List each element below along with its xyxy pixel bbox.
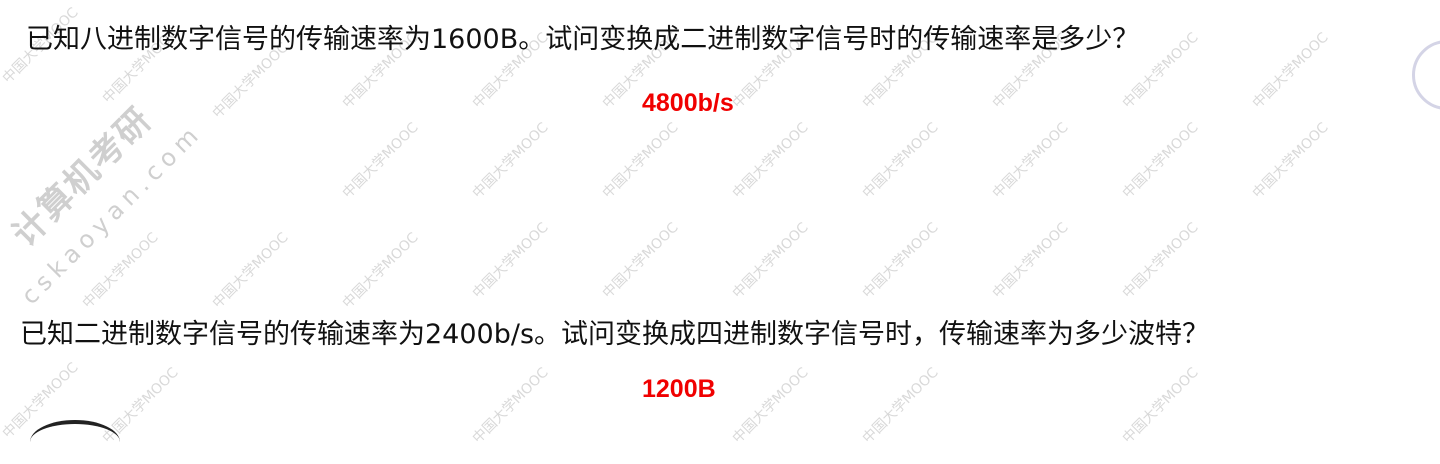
- site-watermark: cskaoyan.com: [15, 117, 208, 311]
- question-1-answer: 4800b/s: [642, 89, 734, 117]
- mooc-watermark: 中国大学MOOC: [729, 219, 812, 302]
- mooc-watermark: 中国大学MOOC: [339, 119, 422, 202]
- mooc-watermark: 中国大学MOOC: [729, 364, 812, 447]
- question-2-answer: 1200B: [642, 375, 716, 403]
- mooc-watermark: 中国大学MOOC: [859, 219, 942, 302]
- mooc-watermark: 中国大学MOOC: [599, 119, 682, 202]
- mooc-watermark: 中国大学MOOC: [209, 229, 292, 312]
- mooc-watermark: 中国大学MOOC: [469, 219, 552, 302]
- brand-watermark: 计算机考研: [4, 99, 161, 255]
- mooc-watermark: 中国大学MOOC: [79, 229, 162, 312]
- mooc-watermark: 中国大学MOOC: [859, 364, 942, 447]
- mooc-watermark: 中国大学MOOC: [599, 219, 682, 302]
- question-2-text: 已知二进制数字信号的传输速率为2400b/s。试问变换成四进制数字信号时，传输速…: [20, 319, 1210, 350]
- mooc-watermark: 中国大学MOOC: [339, 229, 422, 312]
- mooc-watermark: 中国大学MOOC: [469, 119, 552, 202]
- question-1-text: 已知八进制数字信号的传输速率为1600B。试问变换成二进制数字信号时的传输速率是…: [26, 24, 1140, 55]
- mooc-watermark: 中国大学MOOC: [1119, 119, 1202, 202]
- university-seal-logo: [1412, 40, 1440, 110]
- mooc-watermark: 中国大学MOOC: [1249, 119, 1332, 202]
- decorative-arc: [30, 420, 120, 464]
- mooc-watermark: 中国大学MOOC: [989, 219, 1072, 302]
- mooc-watermark: 中国大学MOOC: [859, 119, 942, 202]
- mooc-watermark: 中国大学MOOC: [1119, 364, 1202, 447]
- mooc-watermark: 中国大学MOOC: [729, 119, 812, 202]
- mooc-watermark: 中国大学MOOC: [1119, 219, 1202, 302]
- watermark-layer: 计算机考研 cskaoyan.com 中国大学MOOC 中国大学MOOC 中国大…: [0, 0, 1440, 447]
- mooc-watermark: 中国大学MOOC: [989, 119, 1072, 202]
- mooc-watermark: 中国大学MOOC: [469, 364, 552, 447]
